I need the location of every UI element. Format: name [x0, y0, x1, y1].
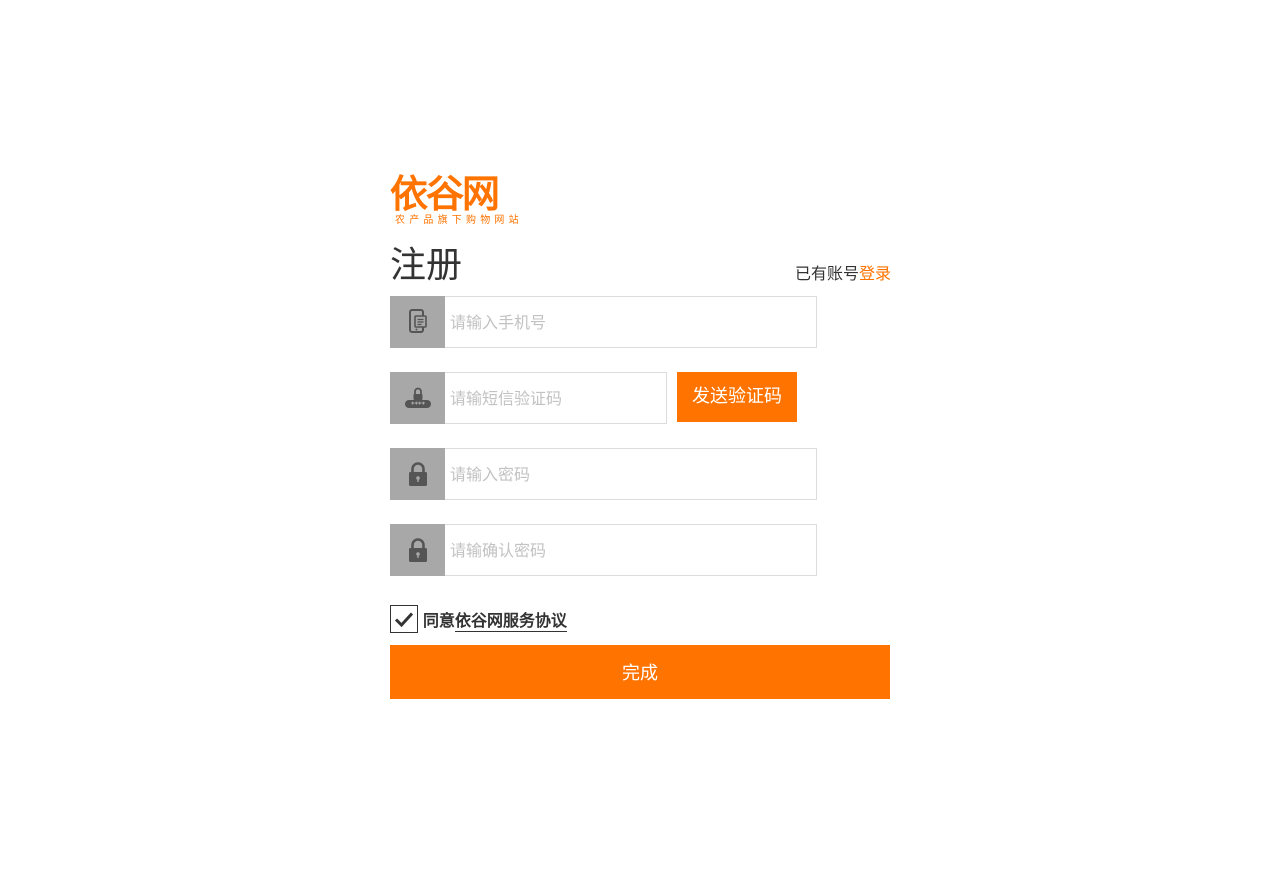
confirm-password-field — [390, 524, 817, 576]
agreement-link[interactable]: 依谷网服务协议 — [455, 611, 568, 632]
send-code-button[interactable]: 发送验证码 — [677, 372, 797, 422]
login-hint-text: 已有账号 — [795, 264, 860, 283]
register-page: 依谷网 农产品旗下购物网站 注册 已有账号登录 **** — [0, 0, 1280, 887]
logo-tagline: 农产品旗下购物网站 — [395, 215, 523, 226]
confirm-password-input[interactable] — [445, 524, 817, 576]
sms-code-field: **** — [390, 372, 667, 424]
phone-icon — [390, 296, 445, 348]
lock-icon — [390, 448, 445, 500]
submit-button[interactable]: 完成 — [390, 645, 890, 699]
phone-field — [390, 296, 817, 348]
login-link[interactable]: 登录 — [859, 264, 891, 283]
agreement-prefix: 同意 — [423, 611, 456, 630]
login-hint: 已有账号登录 — [795, 264, 891, 284]
lock-icon — [390, 524, 445, 576]
password-field — [390, 448, 817, 500]
checkmark-icon — [394, 612, 414, 627]
agreement-row: 同意依谷网服务协议 — [390, 605, 568, 633]
agreement-checkbox[interactable] — [390, 605, 418, 633]
logo-name: 依谷网 — [390, 172, 500, 216]
password-icon: **** — [390, 372, 445, 424]
sms-code-input[interactable] — [445, 372, 667, 424]
svg-text:****: **** — [411, 401, 426, 409]
password-input[interactable] — [445, 448, 817, 500]
site-logo[interactable]: 依谷网 农产品旗下购物网站 — [390, 174, 536, 230]
agreement-text: 同意依谷网服务协议 — [423, 607, 568, 632]
phone-input[interactable] — [445, 296, 817, 348]
page-title: 注册 — [390, 245, 463, 286]
